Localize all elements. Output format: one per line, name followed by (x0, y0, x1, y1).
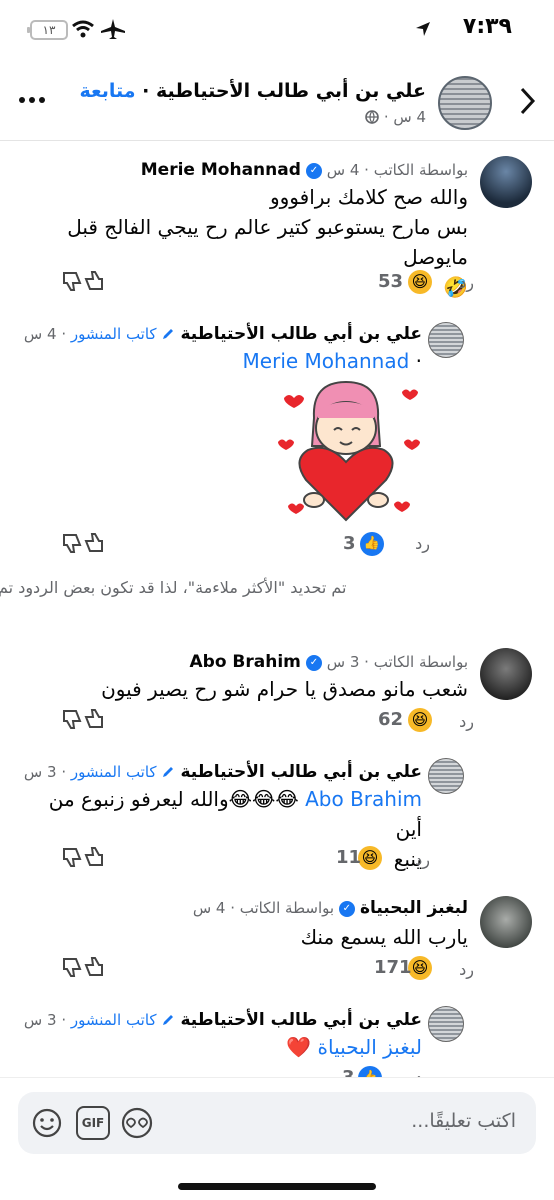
mention-link[interactable]: Merie Mohannad (243, 349, 410, 373)
follow-button[interactable]: متابعة (80, 80, 136, 102)
comment-placeholder: اكتب تعليقًا... (411, 1110, 516, 1132)
commenter-name[interactable]: علي بن أبي طالب الأحتياطية (180, 1010, 422, 1030)
clock: ٧:٣٩ (462, 14, 512, 39)
page-name[interactable]: علي بن أبي طالب الأحتياطية (156, 80, 426, 102)
airplane-icon (101, 19, 125, 39)
avatar-sticker-icon[interactable] (120, 1106, 154, 1140)
page-avatar[interactable] (438, 76, 492, 130)
comment-header: Merie Mohannad ✓ بواسطة الكاتب · 4 س (140, 160, 468, 180)
commenter-avatar[interactable] (428, 1006, 464, 1042)
reply-button[interactable]: رد (459, 273, 474, 292)
reaction-count: 3 (343, 533, 356, 554)
post-time: 4 س · (365, 108, 426, 126)
ellipsis-icon[interactable] (18, 96, 46, 104)
like-reaction-icon: 👍 (360, 532, 384, 556)
gif-button[interactable]: GIF (76, 1106, 110, 1140)
wifi-icon (72, 20, 94, 38)
comment-time: 4 س (192, 899, 226, 917)
comment-header: علي بن أبي طالب الأحتياطية كاتب المنشور … (23, 1010, 422, 1030)
comment-header: علي بن أبي طالب الأحتياطية كاتب المنشور … (23, 762, 422, 782)
post-author-badge: كاتب المنشور (70, 325, 157, 343)
chevron-left-icon[interactable] (518, 86, 536, 116)
comment-body: لبغبز البحبياة ❤️ (286, 1032, 422, 1062)
battery-indicator: ١٣ (27, 20, 68, 40)
author-badge: بواسطة الكاتب (239, 899, 335, 917)
comment-header: لبغبز البحبياة ✓ بواسطة الكاتب · 4 س (192, 898, 468, 918)
reply-button[interactable]: رد (415, 850, 430, 869)
reaction-count: 62 (378, 709, 404, 730)
comment-time: 3 س (23, 1011, 57, 1029)
post-author-badge: كاتب المنشور (70, 763, 157, 781)
comment-body: شعب مانو مصدق يا حرام شو رح يصير فيون (101, 677, 468, 701)
comment-input[interactable]: اكتب تعليقًا... GIF (18, 1092, 536, 1154)
pencil-icon (163, 767, 174, 777)
author-badge-icon: ✓ (305, 654, 322, 671)
commenter-name[interactable]: Merie Mohannad (141, 160, 301, 180)
comment-line: والله صح كلامك برافووو (269, 185, 468, 209)
author-badge-icon: ✓ (305, 162, 322, 179)
comment-header: علي بن أبي طالب الأحتياطية كاتب المنشور … (23, 324, 422, 344)
comment-header: Abo Brahim ✓ بواسطة الكاتب · 3 س (189, 652, 469, 672)
like-dislike-icon[interactable] (62, 270, 104, 292)
commenter-avatar[interactable] (480, 896, 532, 948)
like-dislike-icon[interactable] (62, 532, 104, 554)
comment-time: 3 س (326, 653, 360, 671)
reply-button[interactable]: رد (415, 534, 430, 553)
comment-time: 4 س (23, 325, 57, 343)
haha-reaction-icon: 😆 (358, 846, 382, 870)
like-dislike-icon[interactable] (62, 956, 104, 978)
heart-girl-sticker (278, 380, 420, 522)
commenter-name[interactable]: لبغبز البحبياة (360, 898, 468, 918)
reaction-count: 11 (336, 847, 362, 868)
commenter-name[interactable]: علي بن أبي طالب الأحتياطية (180, 762, 422, 782)
sort-note: تم تحديد "الأكثر ملاءمة"، لذا قد تكون بع… (0, 578, 347, 597)
reaction-count: 53 (378, 271, 404, 292)
reply-button[interactable]: رد (459, 712, 474, 731)
comment-body: يارب الله يسمع منك (300, 925, 468, 949)
like-dislike-icon[interactable] (62, 708, 104, 730)
emoji-icon[interactable] (32, 1108, 62, 1138)
reaction-count: 171 (374, 957, 412, 978)
reply-button[interactable]: رد (459, 960, 474, 979)
haha-reaction-icon: 😆 (408, 956, 432, 980)
author-badge: بواسطة الكاتب (373, 161, 468, 179)
separator: · (142, 80, 150, 102)
comment-time: 3 س (23, 763, 57, 781)
post-author-badge: كاتب المنشور (70, 1011, 157, 1029)
haha-reaction-icon: 😆 (408, 270, 432, 294)
comment-composer: اكتب تعليقًا... GIF (0, 1077, 554, 1200)
bullet: · (415, 349, 422, 373)
commenter-avatar[interactable] (480, 156, 532, 208)
commenter-avatar[interactable] (428, 758, 464, 794)
page-title: علي بن أبي طالب الأحتياطية · متابعة (80, 80, 427, 102)
location-arrow-icon (416, 22, 430, 36)
post-header: علي بن أبي طالب الأحتياطية · متابعة 4 س … (0, 60, 554, 141)
home-indicator (178, 1183, 376, 1190)
commenter-name[interactable]: Abo Brahim (190, 652, 301, 672)
comment-emoji: ❤️ (286, 1035, 312, 1059)
author-badge-icon: ✓ (338, 900, 355, 917)
comment-body: Merie Mohannad · (243, 346, 422, 376)
author-badge: بواسطة الكاتب (373, 653, 468, 671)
post-time-text: 4 س (393, 108, 426, 126)
commenter-avatar[interactable] (480, 648, 532, 700)
globe-icon (365, 110, 379, 125)
comment-time: 4 س (326, 161, 360, 179)
commenter-avatar[interactable] (428, 322, 464, 358)
pencil-icon (163, 329, 174, 339)
mention-link[interactable]: لبغبز البحبياة (318, 1035, 422, 1059)
comment-line: بس مارح يستوعبو كتير عالم رح ييجي الفالج… (67, 215, 468, 269)
haha-reaction-icon: 😆 (408, 708, 432, 732)
mention-link[interactable]: Abo Brahim (305, 787, 422, 811)
pencil-icon (163, 1015, 174, 1025)
status-bar: ٧:٣٩ ١٣ (0, 0, 554, 56)
commenter-name[interactable]: علي بن أبي طالب الأحتياطية (180, 324, 422, 344)
like-dislike-icon[interactable] (62, 846, 104, 868)
